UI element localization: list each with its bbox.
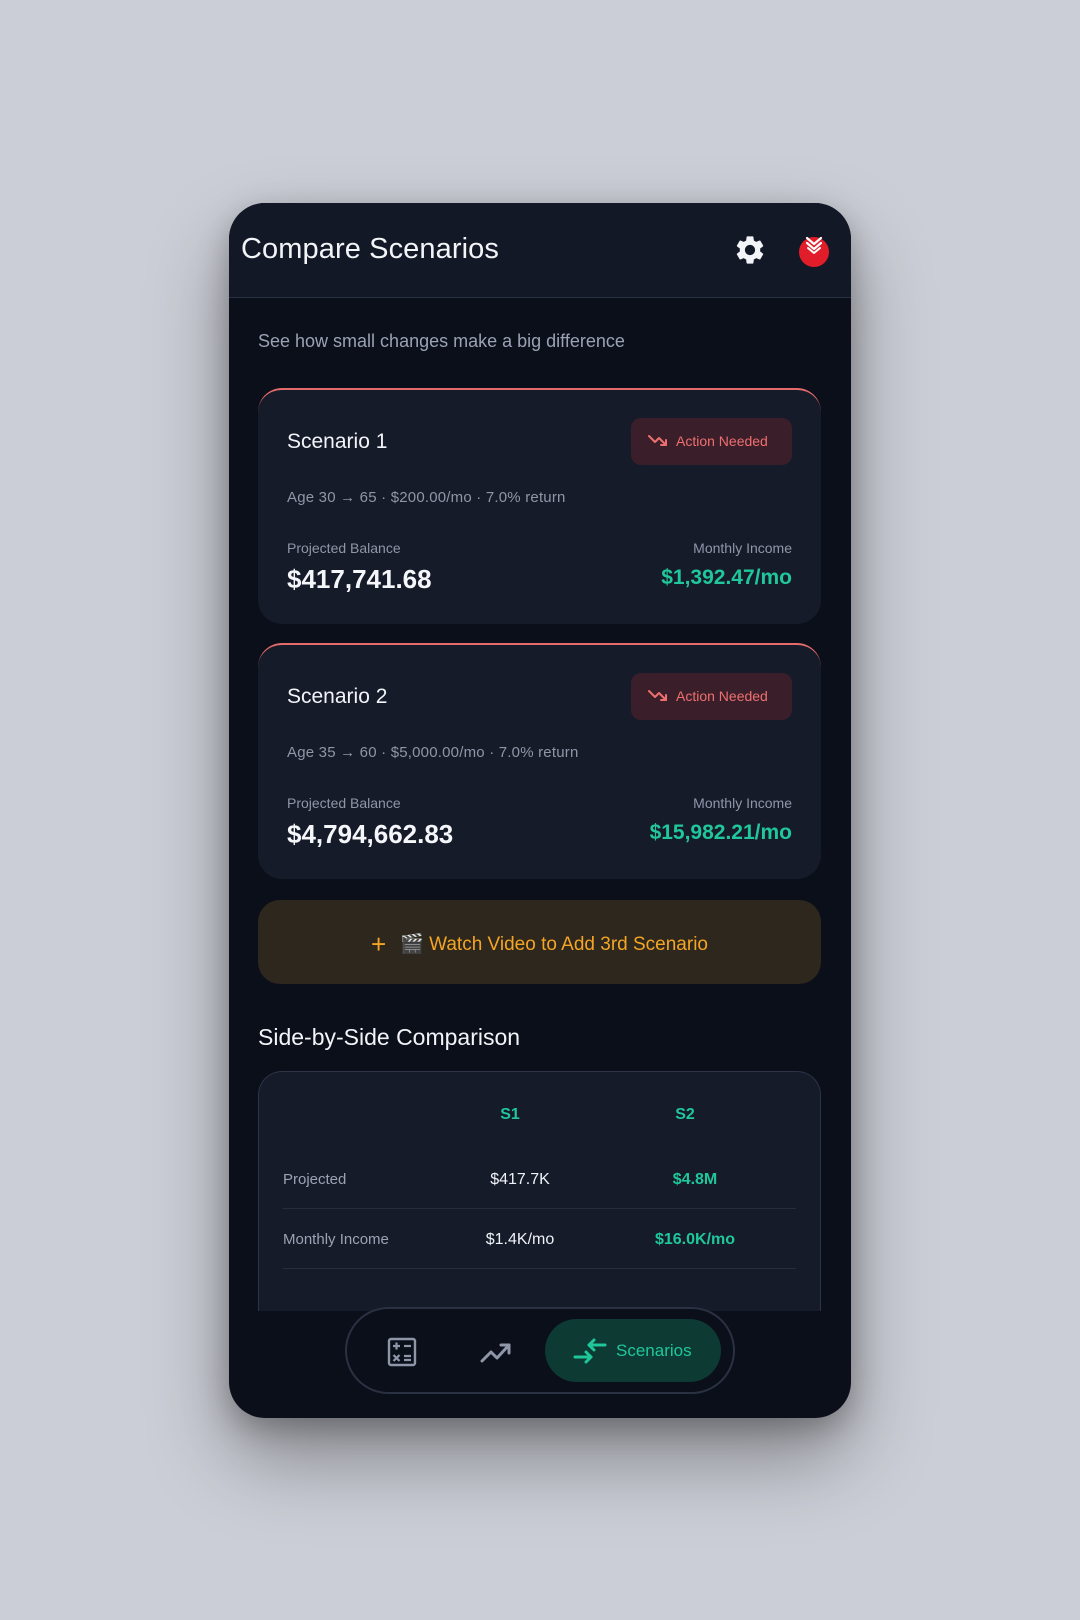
page-subtitle: See how small changes make a big differe… <box>258 331 625 351</box>
plus-icon: + <box>371 929 387 959</box>
projected-balance-value: $4,794,662.83 <box>287 819 454 849</box>
scenario-meta: Age 35 → 60 · $5,000.00/mo · 7.0% return <box>287 744 579 761</box>
bottom-nav: Scenarios <box>345 1307 735 1394</box>
row-label: Projected <box>283 1171 347 1188</box>
avatar-badge-icon[interactable] <box>797 233 831 267</box>
table-row: Projected $417.7K $4.8M <box>283 1149 796 1209</box>
calculator-icon[interactable] <box>385 1335 419 1369</box>
table-row: Monthly Income $1.4K/mo $16.0K/mo <box>283 1209 796 1269</box>
projected-balance-label: Projected Balance <box>287 795 401 811</box>
monthly-income-value: $1,392.47/mo <box>661 566 792 589</box>
nav-item-label: Scenarios <box>616 1341 692 1360</box>
swap-arrows-icon <box>573 1338 607 1364</box>
trending-up-icon[interactable] <box>479 1337 513 1367</box>
monthly-income-label: Monthly Income <box>693 540 792 556</box>
scenario-card-2[interactable]: Scenario 2 Action Needed Age 35 → 60 · $… <box>258 643 821 879</box>
page-title: Compare Scenarios <box>241 233 499 265</box>
badge-label: Action Needed <box>676 688 768 704</box>
phone-screen: Compare Scenarios See how small changes … <box>229 203 851 1418</box>
trending-down-icon <box>648 435 667 446</box>
status-badge: Action Needed <box>631 673 792 720</box>
monthly-income-value: $15,982.21/mo <box>649 821 792 844</box>
column-header-s2: S2 <box>675 1106 695 1123</box>
row-value-s2: $4.8M <box>672 1171 718 1188</box>
scenario-title: Scenario 2 <box>287 685 388 708</box>
watch-video-label: 🎬 Watch Video to Add 3rd Scenario <box>400 934 708 955</box>
trending-down-icon <box>648 690 667 701</box>
status-badge: Action Needed <box>631 418 792 465</box>
nav-item-scenarios[interactable]: Scenarios <box>545 1319 721 1382</box>
row-value-s1: $417.7K <box>490 1171 550 1188</box>
watch-video-add-scenario-button[interactable]: + 🎬 Watch Video to Add 3rd Scenario <box>258 900 821 984</box>
row-value-s2: $16.0K/mo <box>654 1231 736 1248</box>
app-bar: Compare Scenarios <box>229 203 851 298</box>
row-label: Monthly Income <box>283 1231 389 1248</box>
comparison-title: Side-by-Side Comparison <box>258 1024 521 1050</box>
gear-icon[interactable] <box>733 233 767 267</box>
badge-label: Action Needed <box>676 433 768 449</box>
comparison-table: S1 S2 Projected $417.7K $4.8M Monthly In… <box>258 1071 821 1311</box>
scenario-title: Scenario 1 <box>287 430 388 453</box>
watch-video-content: + 🎬 Watch Video to Add 3rd Scenario <box>258 929 821 960</box>
column-header-s1: S1 <box>500 1106 520 1123</box>
monthly-income-label: Monthly Income <box>693 795 792 811</box>
projected-balance-value: $417,741.68 <box>287 564 432 594</box>
row-value-s1: $1.4K/mo <box>485 1231 555 1248</box>
scenario-meta: Age 30 → 65 · $200.00/mo · 7.0% return <box>287 489 566 506</box>
scenario-card-1[interactable]: Scenario 1 Action Needed Age 30 → 65 · $… <box>258 388 821 624</box>
projected-balance-label: Projected Balance <box>287 540 401 556</box>
